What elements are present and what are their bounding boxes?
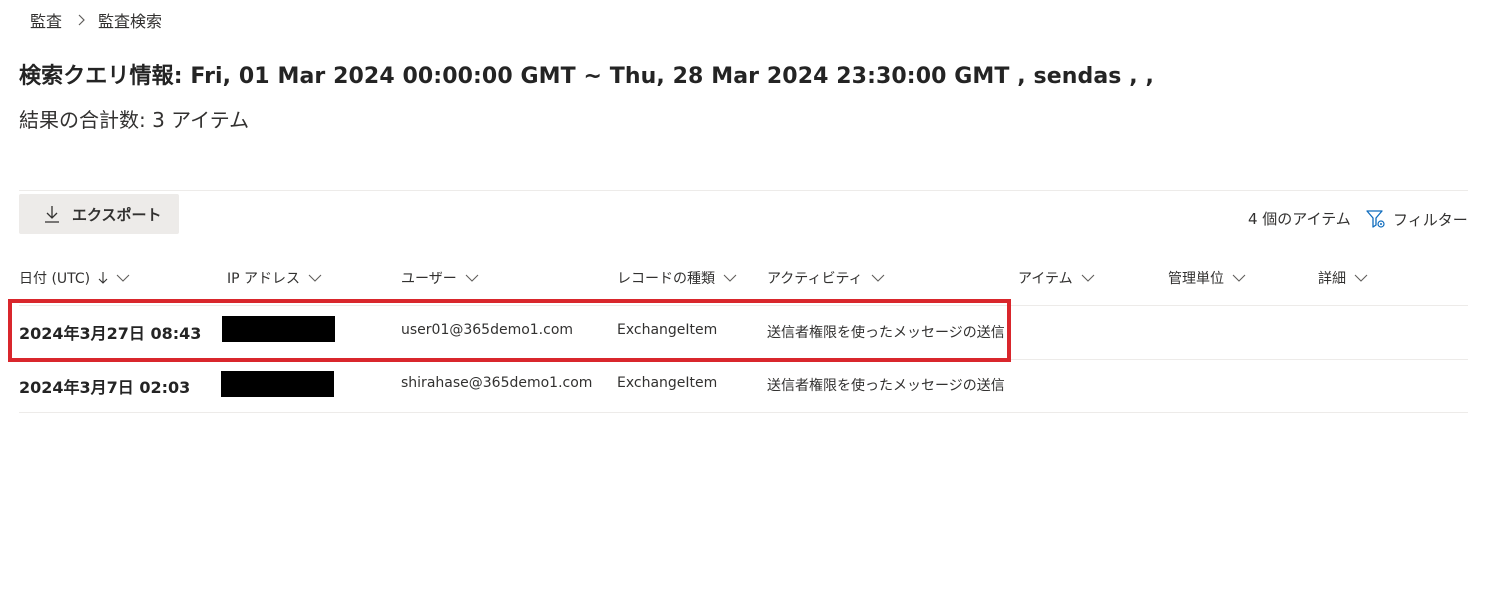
cell-date: 2024年3月27日 08:43	[19, 324, 202, 343]
divider	[19, 412, 1468, 413]
cell-date: 2024年3月7日 02:03	[19, 378, 191, 397]
column-header-label: 日付 (UTC)	[19, 271, 91, 287]
column-header-user[interactable]: ユーザー	[401, 266, 479, 290]
column-header-label: IP アドレス	[227, 271, 301, 287]
column-header-activity[interactable]: アクティビティ	[767, 266, 885, 290]
chevron-down-icon	[1232, 274, 1246, 283]
breadcrumb: 監査 監査検索	[30, 9, 162, 31]
divider	[19, 359, 1468, 360]
sort-descending-icon	[98, 271, 108, 285]
redacted-ip-address	[222, 316, 335, 342]
chevron-down-icon	[871, 274, 885, 283]
filter-button[interactable]: フィルター	[1365, 206, 1468, 232]
column-header-record-type[interactable]: レコードの種類	[617, 266, 737, 290]
cell-record-type: ExchangeItem	[617, 375, 718, 391]
column-header-label: ユーザー	[401, 271, 457, 287]
breadcrumb-parent[interactable]: 監査	[30, 8, 62, 32]
column-header-label: 管理単位	[1168, 271, 1224, 287]
cell-activity: 送信者権限を使ったメッセージの送信	[767, 378, 1005, 394]
item-count: 4 個のアイテム	[1248, 210, 1351, 228]
cell-activity: 送信者権限を使ったメッセージの送信	[767, 325, 1005, 341]
cell-user: user01@365demo1.com	[401, 322, 574, 338]
chevron-down-icon	[116, 274, 130, 283]
result-count: 結果の合計数: 3 アイテム	[19, 108, 250, 132]
column-header-ip-address[interactable]: IP アドレス	[227, 266, 322, 290]
export-button[interactable]: エクスポート	[19, 194, 179, 234]
redacted-ip-address	[221, 371, 334, 397]
column-header-label: アクティビティ	[767, 271, 863, 287]
column-header-date[interactable]: 日付 (UTC)	[19, 266, 130, 290]
column-header-label: レコードの種類	[617, 271, 715, 287]
export-button-label: エクスポート	[72, 205, 162, 224]
download-icon	[44, 205, 60, 223]
query-title: 検索クエリ情報: Fri, 01 Mar 2024 00:00:00 GMT ~…	[19, 64, 1154, 89]
breadcrumb-current: 監査検索	[98, 12, 163, 31]
chevron-down-icon	[723, 274, 737, 283]
chevron-down-icon	[465, 274, 479, 283]
divider	[19, 190, 1468, 191]
column-header-label: 詳細	[1318, 271, 1346, 287]
filter-button-label: フィルター	[1393, 210, 1468, 229]
column-header-item[interactable]: アイテム	[1018, 266, 1095, 290]
chevron-down-icon	[1081, 274, 1095, 283]
filter-settings-icon	[1365, 208, 1387, 230]
column-header-detail[interactable]: 詳細	[1318, 266, 1368, 290]
column-header-label: アイテム	[1018, 271, 1073, 287]
chevron-down-icon	[1354, 274, 1368, 283]
cell-user: shirahase@365demo1.com	[401, 375, 593, 391]
divider	[19, 305, 1468, 306]
chevron-right-icon	[76, 14, 86, 26]
chevron-down-icon	[308, 274, 322, 283]
cell-record-type: ExchangeItem	[617, 322, 718, 338]
column-header-admin-unit[interactable]: 管理単位	[1168, 266, 1246, 290]
